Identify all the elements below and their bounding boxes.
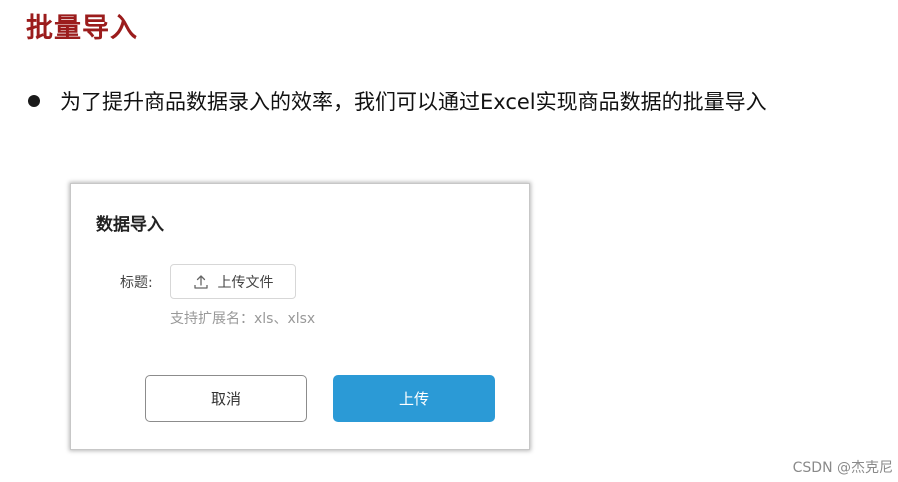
cancel-button[interactable]: 取消 (145, 375, 307, 422)
upload-file-button[interactable]: 上传文件 (170, 264, 296, 299)
watermark: CSDN @杰克尼 (792, 460, 893, 476)
bullet-dot-icon (28, 95, 40, 107)
extension-hint: 支持扩展名：xls、xlsx (170, 311, 316, 327)
upload-icon (193, 274, 209, 290)
dialog-title: 数据导入 (96, 215, 164, 235)
bullet-point: 为了提升商品数据录入的效率，我们可以通过Excel实现商品数据的批量导入 (28, 86, 767, 116)
bullet-text: 为了提升商品数据录入的效率，我们可以通过Excel实现商品数据的批量导入 (60, 90, 767, 114)
slide-title: 批量导入 (26, 13, 138, 44)
title-field-label: 标题: (120, 275, 153, 291)
upload-submit-button[interactable]: 上传 (333, 375, 495, 422)
import-dialog: 数据导入 标题: 上传文件 支持扩展名：xls、xlsx 取消 上传 (70, 183, 530, 450)
upload-file-label: 上传文件 (217, 274, 274, 291)
